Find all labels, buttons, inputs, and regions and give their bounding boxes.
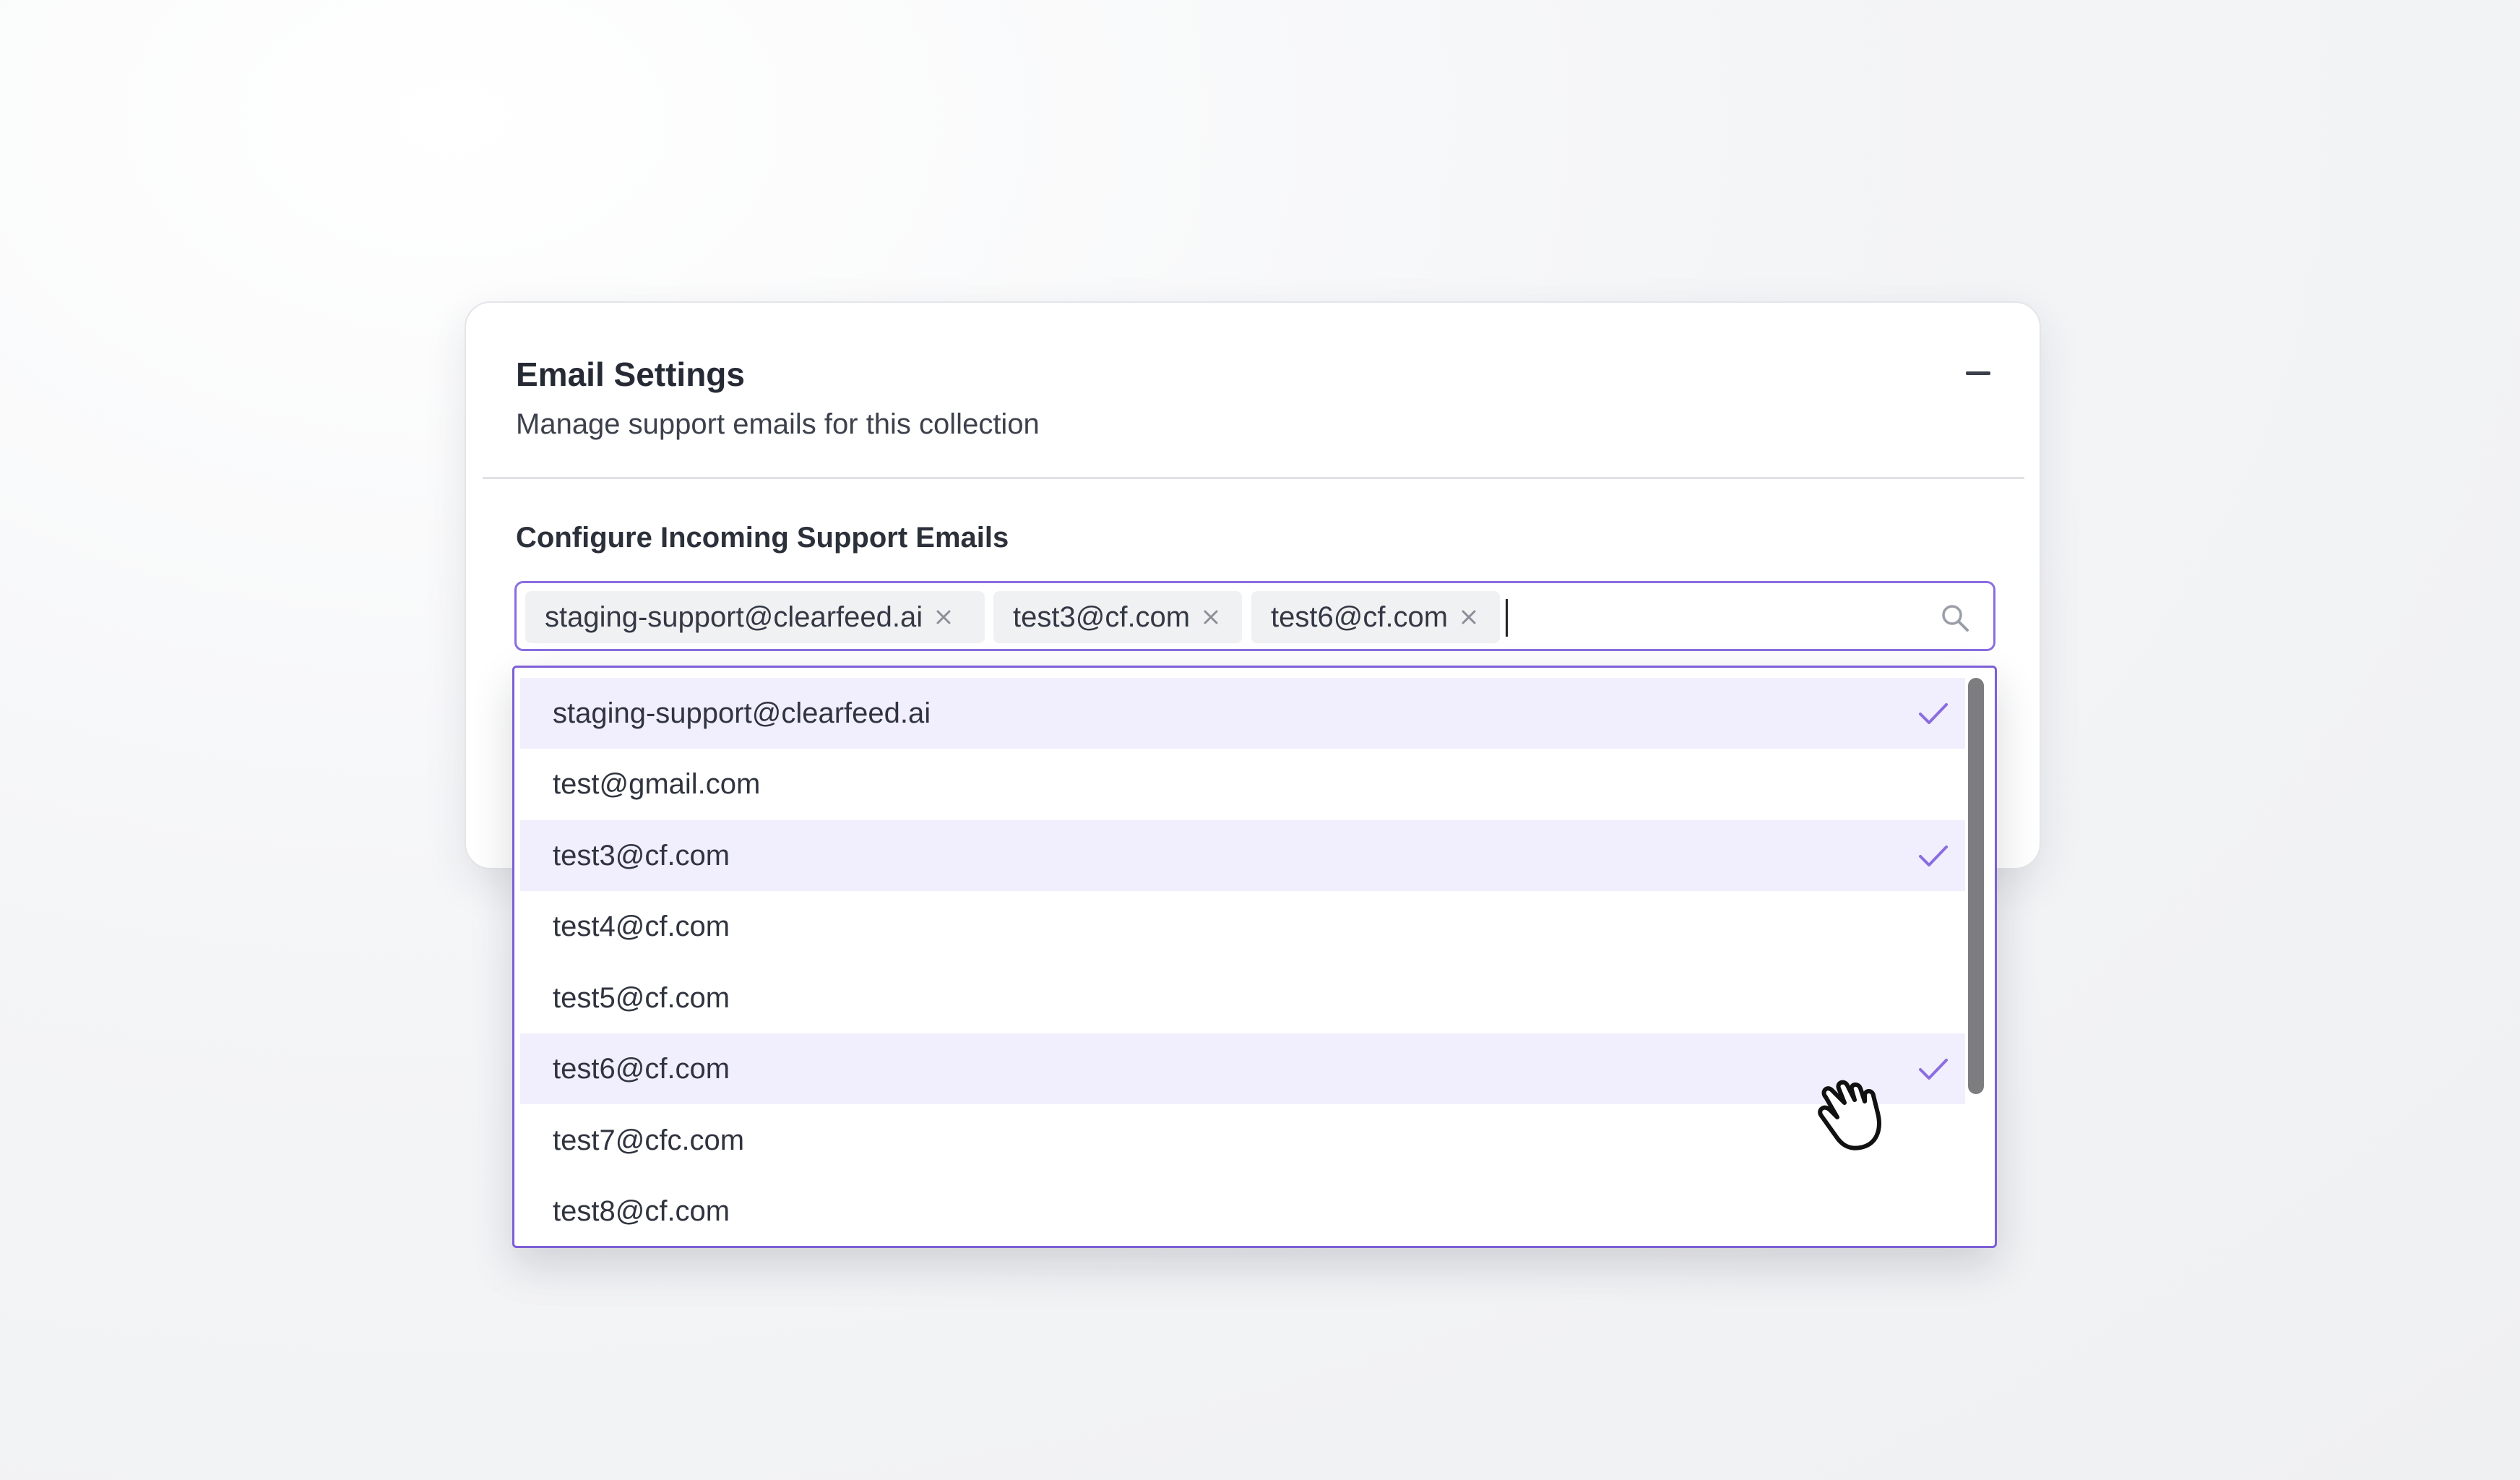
option-item[interactable]: test8@cf.com (520, 1176, 1965, 1246)
background: Email Settings Manage support emails for… (0, 0, 2520, 1480)
remove-tag-icon[interactable] (1457, 605, 1481, 629)
tag-label: staging-support@clearfeed.ai (545, 601, 923, 633)
check-icon (1919, 846, 1948, 866)
option-label: staging-support@clearfeed.ai (553, 697, 931, 729)
option-label: test7@cfc.com (553, 1124, 745, 1156)
remove-tag-icon[interactable] (1199, 605, 1223, 629)
email-tag: staging-support@clearfeed.ai (525, 591, 985, 643)
option-item[interactable]: staging-support@clearfeed.ai (520, 678, 1965, 749)
option-label: test6@cf.com (553, 1052, 730, 1085)
option-item[interactable]: test5@cf.com (520, 963, 1965, 1033)
tag-label: test3@cf.com (1013, 601, 1191, 633)
minus-icon (1966, 371, 1990, 375)
check-icon (1919, 1059, 1948, 1080)
option-item[interactable]: test3@cf.com (520, 820, 1965, 891)
option-label: test4@cf.com (553, 910, 730, 942)
card-subtitle: Manage support emails for this collectio… (516, 408, 1040, 440)
card-title: Email Settings (516, 356, 745, 393)
hand-pointer-icon (1818, 1080, 1881, 1150)
search-icon (1940, 603, 1970, 633)
check-icon (1919, 703, 1948, 724)
email-options-dropdown: staging-support@clearfeed.ai test@gmail.… (512, 666, 1997, 1248)
tag-label: test6@cf.com (1271, 601, 1449, 633)
option-item[interactable]: test6@cf.com (520, 1033, 1965, 1104)
text-caret (1506, 599, 1508, 637)
email-tag: test6@cf.com (1251, 591, 1500, 643)
support-emails-input[interactable]: staging-support@clearfeed.ai test3@cf.co… (514, 581, 1995, 651)
field-label: Configure Incoming Support Emails (516, 522, 1009, 554)
option-item[interactable]: test7@cfc.com (520, 1105, 1965, 1176)
option-item[interactable]: test@gmail.com (520, 749, 1965, 819)
dropdown-scrollbar[interactable] (1968, 678, 1984, 1094)
option-label: test@gmail.com (553, 767, 761, 800)
option-label: test5@cf.com (553, 981, 730, 1014)
option-label: test3@cf.com (553, 839, 730, 872)
divider (483, 477, 2024, 479)
collapse-button[interactable] (1966, 366, 1992, 382)
email-tag: test3@cf.com (993, 591, 1242, 643)
option-label: test8@cf.com (553, 1195, 730, 1227)
remove-tag-icon[interactable] (931, 605, 956, 629)
option-item[interactable]: test4@cf.com (520, 891, 1965, 962)
